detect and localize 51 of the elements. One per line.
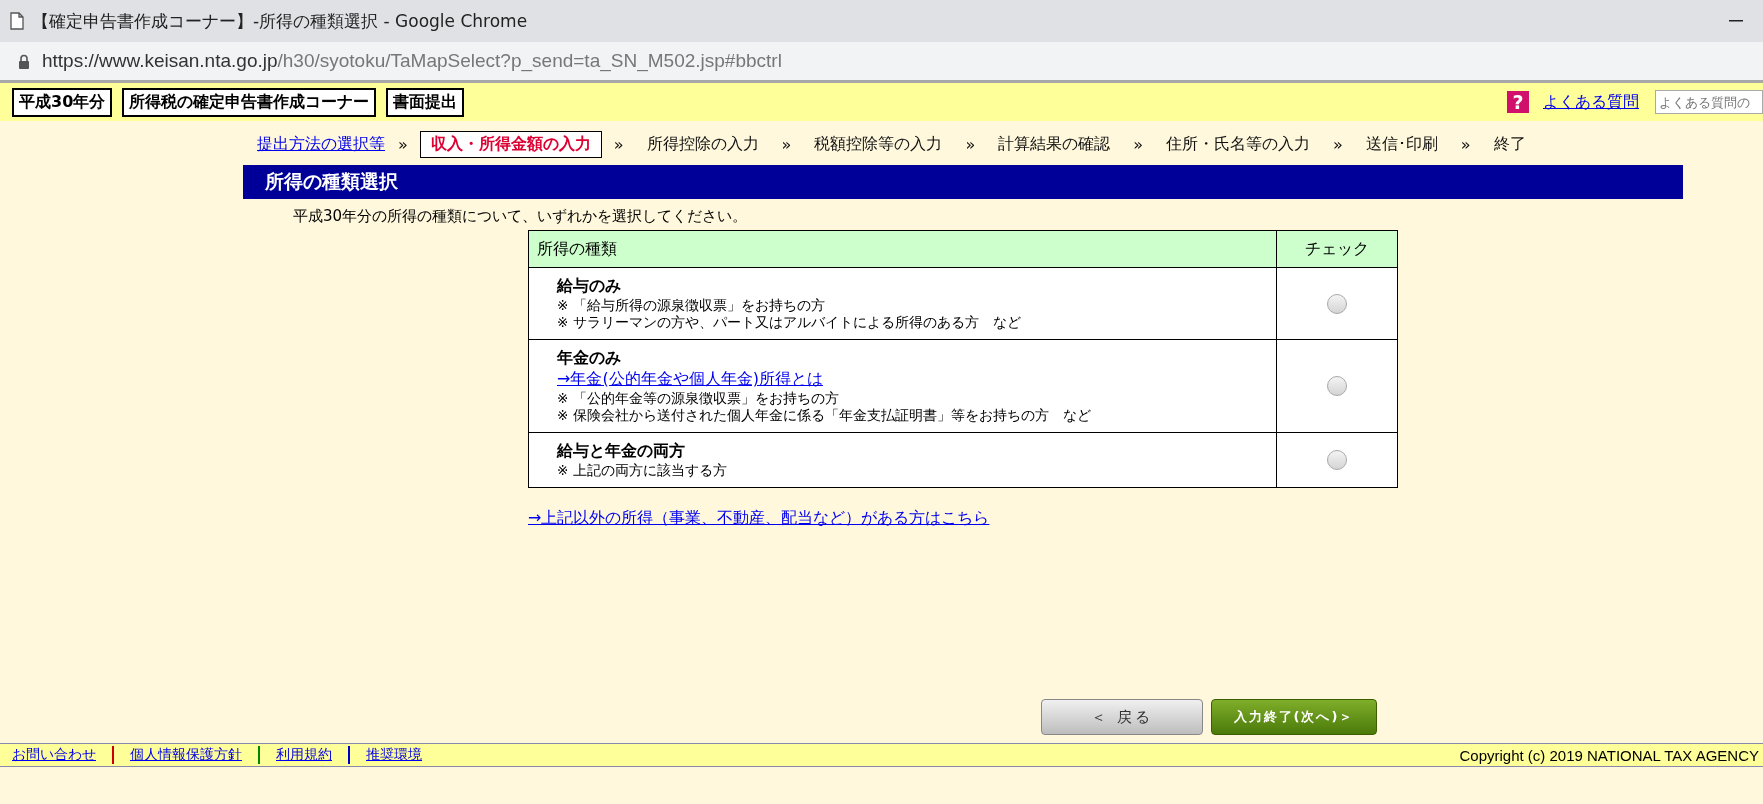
column-header: 所得の種類 [528,230,1277,268]
note-text: ※ 「給与所得の源泉徴収票」をお持ちの方 [557,297,826,314]
other-income-link[interactable]: →上記以外の所得（事業、不動産、配当など）がある方はこちら [528,508,990,529]
minimize-icon[interactable] [1729,20,1743,22]
step-label: 終了 [1492,132,1527,155]
radio-button[interactable] [1327,293,1347,314]
current-step: 収入・所得金額の入力 [419,130,602,158]
radio-button[interactable] [1327,450,1347,471]
step-label: 所得控除の入力 [645,132,760,155]
back-button[interactable]: ＜ 戻る [1041,699,1203,735]
radio-button[interactable] [1327,376,1347,397]
step-separator: » [965,134,976,154]
header-label: 平成30年分 [12,87,113,117]
column-header: チェック [1276,230,1398,268]
step-label: 送信･印刷 [1364,132,1439,155]
header-label: 書面提出 [386,87,465,117]
faq-link[interactable]: よくある質問 [1543,91,1639,113]
step-separator: » [398,134,408,154]
footer-link[interactable]: 利用規約 [258,746,348,764]
footer-link[interactable]: 個人情報保護方針 [112,746,258,764]
step-separator: » [1460,134,1471,154]
search-field[interactable]: よくある質問の [1655,90,1763,114]
note-text: ※ サラリーマンの方や、パート又はアルバイトによる所得のある方 など [557,314,1022,331]
lock-icon [18,53,30,69]
step-label: 計算結果の確認 [997,132,1112,155]
step-label: 税額控除等の入力 [813,132,944,155]
step-separator: » [781,134,792,154]
next-button[interactable]: 入力終了(次へ)＞ [1211,699,1377,735]
step-separator: » [1133,134,1143,154]
footer-link[interactable]: お問い合わせ [12,746,112,764]
step-separator: » [1333,134,1343,154]
page-title: 所得の種類選択 [243,165,1683,199]
step-separator: » [613,134,624,154]
document-icon [10,12,24,30]
note-text: ※ 上記の両方に該当する方 [557,462,728,479]
income-type-title: 給与と年金の両方 [557,441,686,462]
window-title: 【確定申告書作成コーナー】-所得の種類選択 - Google Chrome [32,9,528,33]
header-label: 所得税の確定申告書作成コーナー [122,87,377,117]
note-text: ※ 「公的年金等の源泉徴収票」をお持ちの方 [557,390,840,407]
url-text: https://www.keisan.nta.go.jp/h30/syotoku/TaMapSelect?p_send=ta_SN_M502.jsp#bbctrl [42,50,782,72]
income-type-title: 給与のみ [557,276,622,297]
info-link[interactable]: →年金(公的年金や個人年金)所得とは [557,369,823,390]
note-text: ※ 保険会社から送付された個人年金に係る「年金支払証明書」等をお持ちの方 など [557,407,1092,424]
instruction-text: 平成30年分の所得の種類について、いずれかを選択してください。 [292,206,749,227]
footer-link[interactable]: 推奨環境 [348,746,438,764]
copyright-text: Copyright (c) 2019 NATIONAL TAX AGENCY [1459,746,1760,764]
step-label: 住所・氏名等の入力 [1165,132,1311,155]
step-link[interactable]: 提出方法の選択等 [256,130,386,158]
address-bar[interactable]: https://www.keisan.nta.go.jp/h30/syotoku/TaMapSelect?p_send=ta_SN_M502.jsp#bbctrl [0,42,1763,83]
question-icon: ? [1507,91,1529,113]
income-type-title: 年金のみ [557,348,622,369]
